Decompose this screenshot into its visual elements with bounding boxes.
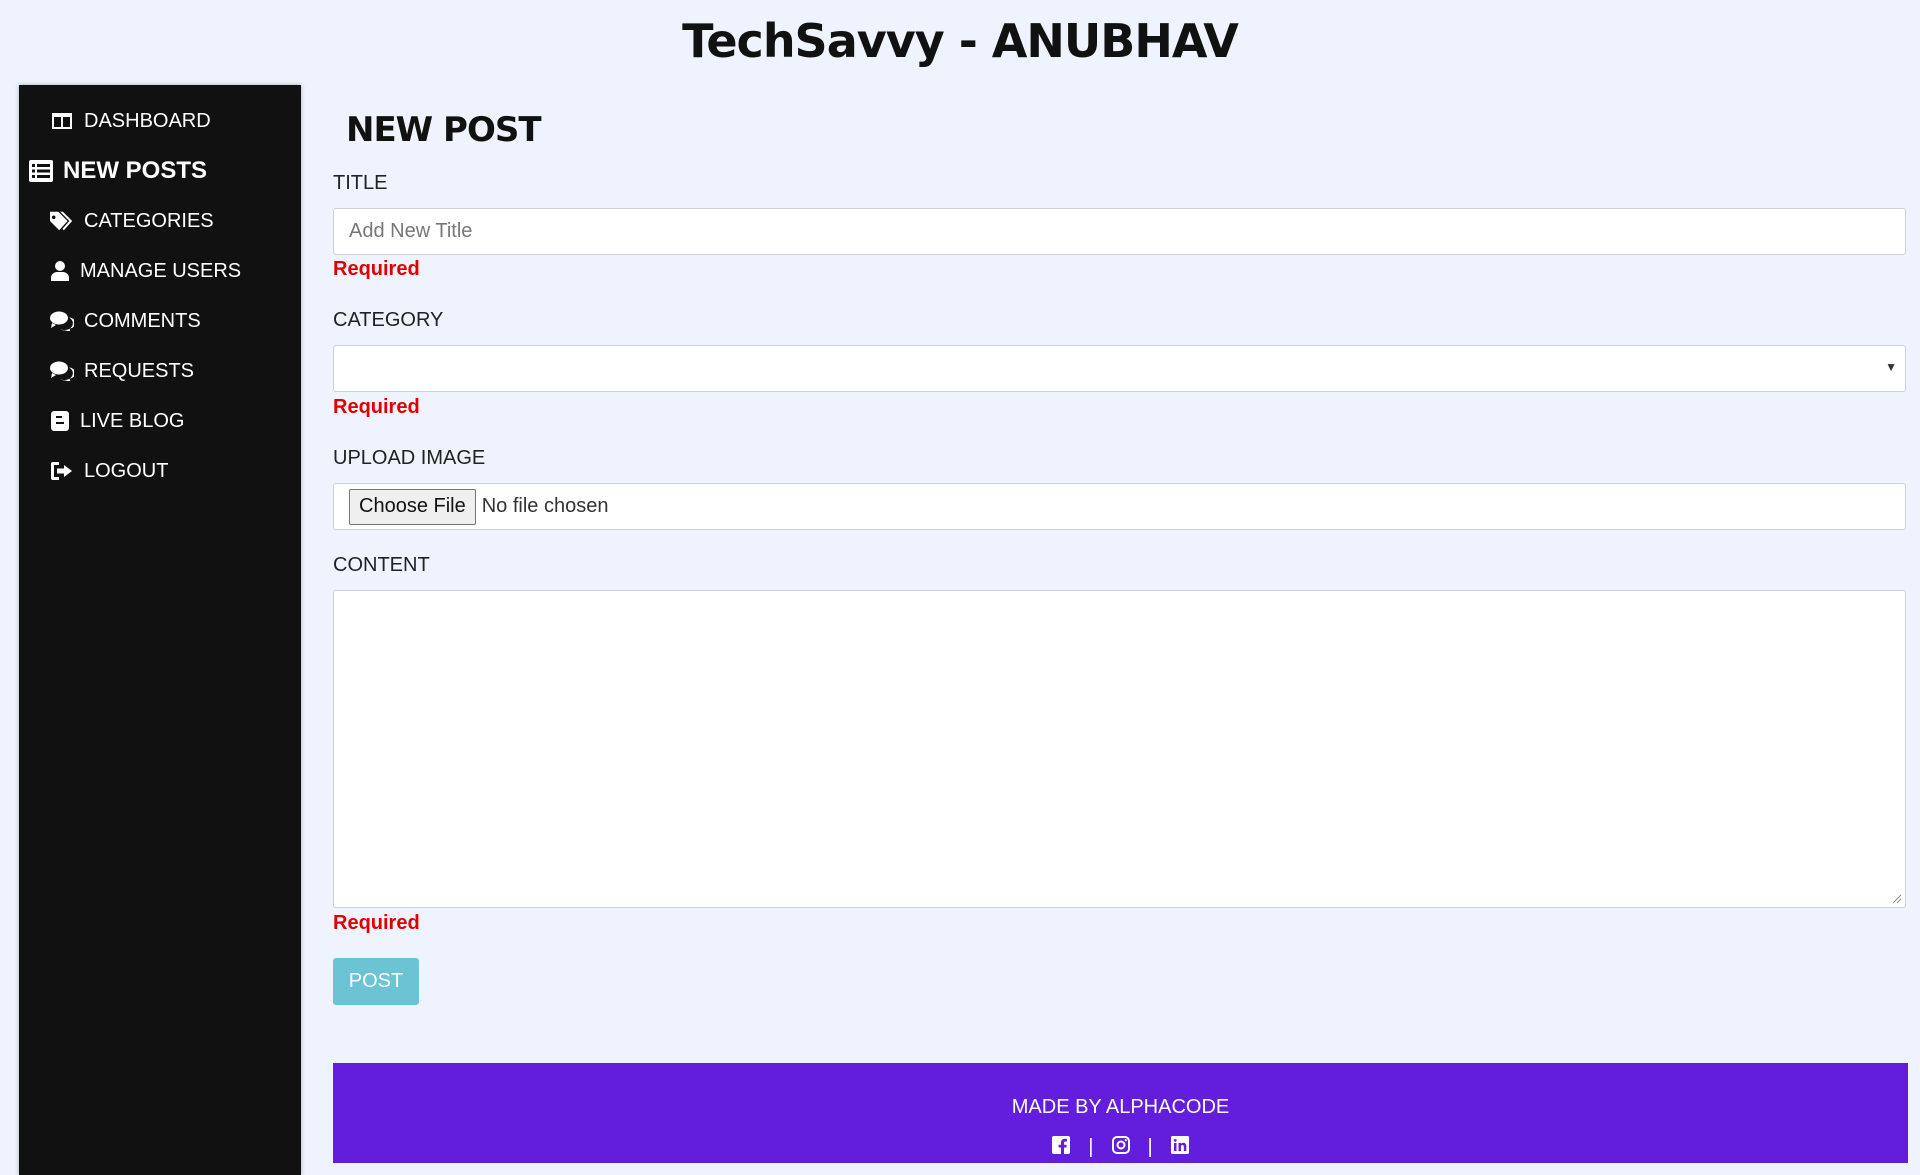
list-icon [29, 159, 53, 183]
category-label: CATEGORY [333, 309, 444, 331]
tags-icon [50, 209, 74, 233]
instagram-icon[interactable] [1111, 1136, 1130, 1159]
content-required-error: Required [333, 912, 420, 934]
sidebar-item-label: NEW POSTS [63, 157, 208, 184]
sidebar-item-new-posts[interactable]: NEW POSTS [29, 157, 207, 185]
content-textarea-wrapper [333, 590, 1906, 908]
choose-file-button[interactable]: Choose File [349, 488, 476, 525]
category-required-error: Required [333, 396, 420, 418]
sidebar-item-dashboard[interactable]: DASHBOARD [50, 109, 211, 133]
sidebar-item-label: MANAGE USERS [80, 259, 242, 282]
sidebar-item-manage-users[interactable]: MANAGE USERS [50, 259, 241, 283]
facebook-icon[interactable] [1052, 1136, 1071, 1159]
post-button[interactable]: POST [333, 958, 419, 1005]
columns-icon [50, 109, 74, 133]
category-select[interactable]: ▼ [333, 345, 1906, 392]
comments-icon [50, 359, 74, 383]
resize-handle-icon[interactable] [1892, 894, 1902, 904]
title-required-error: Required [333, 258, 420, 280]
sidebar-item-label: DASHBOARD [84, 109, 211, 132]
sidebar-item-label: COMMENTS [84, 309, 201, 332]
comments-icon [50, 309, 74, 333]
sidebar-item-label: LIVE BLOG [80, 409, 185, 432]
sidebar-item-comments[interactable]: COMMENTS [50, 309, 201, 333]
blogger-icon [50, 409, 70, 433]
sidebar-item-categories[interactable]: CATEGORIES [50, 209, 214, 233]
social-links: | | [333, 1136, 1908, 1159]
sidebar-item-logout[interactable]: LOGOUT [50, 459, 168, 483]
user-icon [50, 259, 70, 283]
upload-image-label: UPLOAD IMAGE [333, 447, 486, 469]
title-input[interactable] [333, 208, 1906, 255]
image-file-input[interactable]: Choose File No file chosen [333, 483, 1906, 530]
sidebar-item-label: CATEGORIES [84, 209, 214, 232]
linkedin-icon[interactable] [1170, 1136, 1189, 1159]
footer-separator: | [1088, 1136, 1094, 1158]
footer: MADE BY ALPHACODE | | [333, 1063, 1908, 1163]
caret-down-icon: ▼ [1885, 360, 1897, 374]
file-status-text: No file chosen [481, 495, 609, 517]
page-title: NEW POST [346, 110, 542, 150]
sidebar-item-label: LOGOUT [84, 459, 169, 482]
content-label: CONTENT [333, 554, 430, 576]
sidebar: DASHBOARD NEW POSTS CATEGORIES MANAGE US… [19, 85, 301, 1175]
site-title: TechSavvy - ANUBHAV [682, 14, 1239, 68]
sign-out-icon [50, 459, 74, 483]
content-textarea[interactable] [333, 590, 1906, 908]
footer-credit: MADE BY ALPHACODE [1011, 1096, 1230, 1118]
sidebar-item-requests[interactable]: REQUESTS [50, 359, 194, 383]
footer-separator: | [1147, 1136, 1153, 1158]
title-label: TITLE [333, 172, 388, 194]
sidebar-item-label: REQUESTS [84, 359, 195, 382]
sidebar-item-live-blog[interactable]: LIVE BLOG [50, 409, 185, 433]
